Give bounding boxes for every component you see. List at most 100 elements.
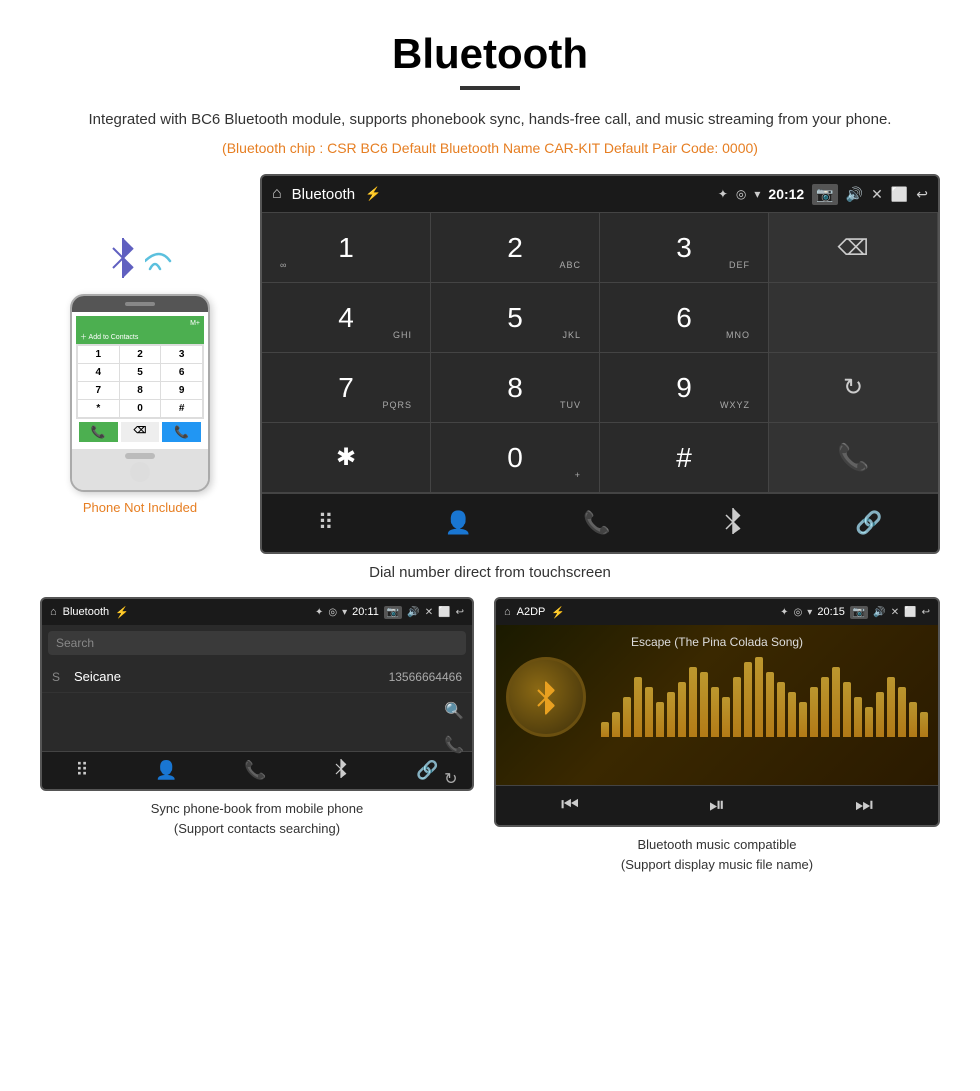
status-time-main: 20:12 [768,186,804,202]
phonebook-right-icons: 🔍 📞 ↻ [444,693,464,791]
music-bt-icon: ✦ [780,607,788,618]
signal-icon: ▾ [754,187,760,201]
music-note-icon [526,677,566,717]
dial-key-2[interactable]: 2ABC [431,213,600,283]
contact-name: Seicane [74,669,389,684]
pb-status-bar: ⌂ Bluetooth ⚡ ✦ ◎ ▾ 20:11 📷 🔊 ✕ ⬜ ↩ [42,599,472,625]
dial-key-5[interactable]: 5JKL [431,283,600,353]
pb-home-icon[interactable]: ⌂ [50,606,57,618]
play-pause-icon[interactable]: ⏯ [709,794,725,817]
link-icon[interactable]: 🔗 [845,506,892,540]
music-time: 20:15 [817,606,845,618]
dial-key-empty-2 [769,283,938,353]
dial-key-4[interactable]: 4GHI [262,283,431,353]
search-placeholder: Search [56,636,458,650]
pb-back-icon[interactable]: ↩ [456,607,464,618]
album-art [506,657,586,737]
pb-usb-icon: ⚡ [115,606,129,619]
phonebook-content: Search S Seicane 13566664466 🔍 📞 ↻ [42,631,472,751]
music-title: A2DP [517,606,546,618]
dial-key-refresh[interactable]: ↻ [769,353,938,423]
phonebook-search[interactable]: Search [48,631,466,655]
dial-key-7[interactable]: 7PQRS [262,353,431,423]
dial-key-1[interactable]: 1∞ [262,213,431,283]
pb-contacts-icon[interactable]: 👤 [155,760,177,781]
music-cam-icon[interactable]: 📷 [850,606,868,619]
pb-search-icon[interactable]: 🔍 [444,701,464,721]
dial-key-hash[interactable]: # [600,423,769,493]
bt-status-icon: ✦ [718,187,728,201]
pb-phone-icon[interactable]: 📞 [444,735,464,755]
pb-bt-bottom-icon[interactable] [333,758,349,783]
next-icon[interactable]: ⏭ [855,794,873,817]
pb-sig-icon: ▾ [342,607,347,618]
pb-win-icon[interactable]: ⬜ [438,607,450,618]
music-screen: ⌂ A2DP ⚡ ✦ ◎ ▾ 20:15 📷 🔊 ✕ ⬜ ↩ [494,597,940,827]
music-back-icon[interactable]: ↩ [922,607,930,618]
contacts-icon[interactable]: 👤 [435,506,482,540]
bluetooth-icon-bottom[interactable] [712,502,754,544]
contact-number: 13566664466 [389,670,462,684]
dialpad-grid: 1∞ 2ABC 3DEF ⌫ 4GHI 5JKL 6MNO [262,212,938,493]
phone-mockup: M+ ＋ Add to Contacts 123 456 789 *0# 📞 ⌫… [70,294,210,492]
home-icon[interactable]: ⌂ [272,185,282,203]
specs-text: (Bluetooth chip : CSR BC6 Default Blueto… [0,140,980,156]
pb-apps-icon[interactable]: ⠿ [75,760,88,781]
music-loc-icon: ◎ [794,607,803,618]
music-vol-icon[interactable]: 🔊 [873,607,885,618]
pb-loc-icon: ◎ [328,607,337,618]
car-screen-dialpad: ⌂ Bluetooth ⚡ ✦ ◎ ▾ 20:12 📷 🔊 ✕ ⬜ ↩ 1∞ [260,174,940,554]
usb-icon: ⚡ [365,186,381,202]
signal-waves-icon [145,239,175,279]
camera-icon[interactable]: 📷 [812,184,837,205]
description-text: Integrated with BC6 Bluetooth module, su… [0,108,980,132]
pb-link-icon[interactable]: 🔗 [416,760,438,781]
phone-not-included-label: Phone Not Included [83,500,197,515]
dialpad-caption: Dial number direct from touchscreen [0,564,980,581]
apps-icon[interactable]: ⠿ [308,506,344,540]
dialpad-bottom-bar: ⠿ 👤 📞 🔗 [262,493,938,552]
contact-row[interactable]: S Seicane 13566664466 [42,661,472,693]
music-x-icon[interactable]: ✕ [891,607,899,618]
dial-key-0[interactable]: 0+ [431,423,600,493]
contact-letter: S [52,670,66,684]
pb-vol-icon[interactable]: 🔊 [407,607,419,618]
pb-dial-icon[interactable]: 📞 [244,760,266,781]
bt-icon-area [105,234,175,284]
dial-key-star[interactable]: ✱ [262,423,431,493]
pb-cam-icon[interactable]: 📷 [384,606,402,619]
close-icon[interactable]: ✕ [871,186,883,203]
music-screen-wrap: ⌂ A2DP ⚡ ✦ ◎ ▾ 20:15 📷 🔊 ✕ ⬜ ↩ [494,597,940,874]
dial-key-backspace[interactable]: ⌫ [769,213,938,283]
dial-key-8[interactable]: 8TUV [431,353,600,423]
window-icon[interactable]: ⬜ [891,186,908,203]
location-icon: ◎ [736,187,746,201]
dial-key-9[interactable]: 9WXYZ [600,353,769,423]
pb-time: 20:11 [352,606,379,618]
pb-x-icon[interactable]: ✕ [425,607,433,618]
dial-key-call-green[interactable]: 📞 [769,423,938,493]
dial-key-3[interactable]: 3DEF [600,213,769,283]
bluetooth-icon [105,234,141,284]
back-icon[interactable]: ↩ [916,186,928,203]
equalizer-bars [601,657,928,737]
volume-icon[interactable]: 🔊 [846,186,863,203]
page-title: Bluetooth [0,0,980,86]
music-win-icon[interactable]: ⬜ [904,607,916,618]
dial-key-6[interactable]: 6MNO [600,283,769,353]
phonebook-screen: ⌂ Bluetooth ⚡ ✦ ◎ ▾ 20:11 📷 🔊 ✕ ⬜ ↩ [40,597,474,791]
music-sig-icon: ▾ [807,607,812,618]
phone-area: M+ ＋ Add to Contacts 123 456 789 *0# 📞 ⌫… [40,174,240,515]
pb-bt-icon: ✦ [315,607,323,618]
music-home-icon[interactable]: ⌂ [504,606,511,618]
phonebook-screen-wrap: ⌂ Bluetooth ⚡ ✦ ◎ ▾ 20:11 📷 🔊 ✕ ⬜ ↩ [40,597,474,874]
music-usb-icon: ⚡ [551,606,565,619]
phonebook-bottom-bar: ⠿ 👤 📞 🔗 [42,751,472,789]
music-content: Escape (The Pina Colada Song) [496,625,938,785]
dialpad-status-bar: ⌂ Bluetooth ⚡ ✦ ◎ ▾ 20:12 📷 🔊 ✕ ⬜ ↩ [262,176,938,212]
prev-icon[interactable]: ⏮ [561,794,579,817]
pb-refresh-icon[interactable]: ↻ [444,769,464,789]
title-underline [460,86,520,90]
music-controls: ⏮ ⏯ ⏭ [496,785,938,825]
phone-icon[interactable]: 📞 [573,506,620,540]
